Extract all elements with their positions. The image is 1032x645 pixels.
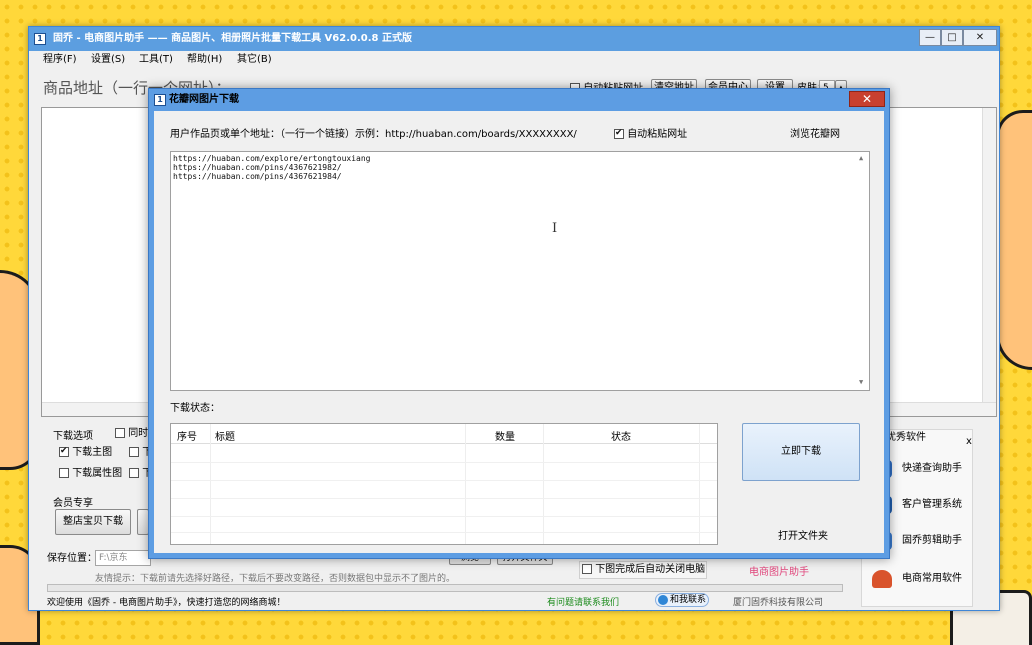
house-icon	[872, 570, 892, 588]
main-image-checkbox[interactable]	[59, 445, 69, 457]
menu-help[interactable]: 帮助(H)	[187, 53, 222, 67]
download-option-3-checkbox[interactable]	[129, 468, 139, 478]
menu-bar: 程序(F) 设置(S) 工具(T) 帮助(H) 其它(B)	[29, 51, 999, 69]
recommended-title: 优秀软件	[886, 432, 926, 443]
app-icon: 1	[34, 33, 46, 45]
dialog-url-scrollbar[interactable]: ▲ ▼	[857, 152, 869, 390]
url-vertical-scrollbar[interactable]	[982, 108, 996, 402]
download-options-label: 下载选项	[53, 431, 93, 442]
menu-program[interactable]: 程序(F)	[43, 53, 77, 67]
auto-shutdown-checkbox[interactable]	[582, 564, 592, 574]
column-count[interactable]: 数量	[495, 428, 515, 443]
browse-huaban-link[interactable]: 浏览花瓣网	[790, 129, 840, 141]
dialog-url-textarea[interactable]: https://huaban.com/explore/ertongtouxian…	[170, 151, 870, 391]
minimize-button[interactable]: —	[919, 29, 941, 46]
dialog-close-button[interactable]: ✕	[849, 91, 885, 107]
hint-text: 友情提示：下载前请先选择好路径，下载后不要改变路径，否则数据包中显示不了图片的。	[95, 574, 456, 584]
qq-contact-button[interactable]: 和我联系	[655, 593, 709, 607]
row-divider	[171, 532, 717, 533]
close-button[interactable]: ✕	[963, 29, 997, 46]
download-status-table[interactable]: 序号 标题 数量 状态	[170, 423, 718, 545]
software-ecommerce-tools[interactable]: 电商常用软件	[872, 566, 972, 592]
dialog-title: 花瓣网图片下载	[169, 94, 239, 105]
row-divider	[171, 480, 717, 481]
simultaneous-checkbox[interactable]	[115, 428, 125, 438]
column-index[interactable]: 序号	[177, 428, 197, 443]
column-title[interactable]: 标题	[215, 428, 235, 443]
whole-shop-download-button[interactable]: 整店宝贝下载	[55, 509, 131, 535]
url-line: https://huaban.com/pins/4367621982/	[173, 163, 342, 172]
dialog-title-bar[interactable]: 1 花瓣网图片下载	[149, 89, 889, 111]
simultaneous-option[interactable]: 同时	[115, 428, 148, 440]
row-divider	[171, 498, 717, 499]
main-image-option[interactable]: 下载主图	[59, 445, 112, 459]
menu-other[interactable]: 其它(B)	[237, 53, 272, 67]
column-divider	[465, 424, 466, 544]
row-divider	[171, 462, 717, 463]
download-status-label: 下载状态：	[170, 403, 220, 414]
product-link[interactable]: 电商图片助手	[749, 567, 809, 579]
download-progress-bar	[47, 584, 843, 592]
text-cursor-icon: I	[552, 221, 558, 236]
dialog-app-icon: 1	[154, 94, 166, 106]
table-header: 序号 标题 数量 状态	[171, 424, 717, 444]
dialog-instruction: 用户作品页或单个地址：（一行一个链接）示例：http://huaban.com/…	[170, 129, 577, 140]
column-divider	[210, 424, 211, 544]
download-now-button[interactable]: 立即下载	[742, 423, 860, 481]
status-contact-link[interactable]: 有问题请联系我们	[547, 595, 619, 608]
dialog-auto-paste-checkbox[interactable]	[614, 127, 624, 139]
row-divider	[171, 516, 717, 517]
scroll-down-icon[interactable]: ▼	[859, 378, 863, 387]
background-cartoon-right	[996, 110, 1032, 370]
column-divider	[543, 424, 544, 544]
menu-tools[interactable]: 工具(T)	[139, 53, 173, 67]
dialog-body: 用户作品页或单个地址：（一行一个链接）示例：http://huaban.com/…	[154, 111, 884, 553]
download-option-2-checkbox[interactable]	[129, 447, 139, 457]
url-line: https://huaban.com/explore/ertongtouxian…	[173, 154, 371, 163]
scroll-up-icon[interactable]: ▲	[859, 154, 863, 163]
column-status[interactable]: 状态	[611, 428, 631, 443]
save-location-label: 保存位置：	[47, 553, 97, 564]
member-exclusive-label: 会员专享	[53, 498, 93, 509]
huaban-download-dialog: 1 花瓣网图片下载 ✕ 用户作品页或单个地址：（一行一个链接）示例：http:/…	[148, 88, 890, 559]
main-title-bar[interactable]: 1 固乔 - 电商图片助手 —— 商品图片、相册照片批量下载工具 V62.0.0…	[29, 27, 999, 51]
menu-settings[interactable]: 设置(S)	[91, 53, 125, 67]
maximize-button[interactable]: □	[941, 29, 963, 46]
url-line: https://huaban.com/pins/4367621984/	[173, 172, 342, 181]
status-company: 厦门固乔科技有限公司	[733, 598, 824, 608]
dialog-auto-paste-option[interactable]: 自动粘贴网址	[614, 127, 687, 141]
panel-close-icon[interactable]: x	[966, 436, 972, 448]
attribute-image-checkbox[interactable]	[59, 468, 69, 478]
status-welcome: 欢迎使用《固乔 - 电商图片助手》，快速打造您的网络商城！	[47, 598, 286, 608]
column-divider	[699, 424, 700, 544]
auto-shutdown-option[interactable]: 下图完成后自动关闭电脑	[579, 561, 707, 579]
main-window-title: 固乔 - 电商图片助手 —— 商品图片、相册照片批量下载工具 V62.0.0.8…	[53, 33, 412, 44]
attribute-image-option[interactable]: 下载属性图	[59, 468, 122, 480]
qq-icon	[658, 595, 668, 605]
save-location-input[interactable]: F:\京东	[95, 550, 151, 566]
open-folder-link[interactable]: 打开文件夹	[778, 531, 828, 543]
